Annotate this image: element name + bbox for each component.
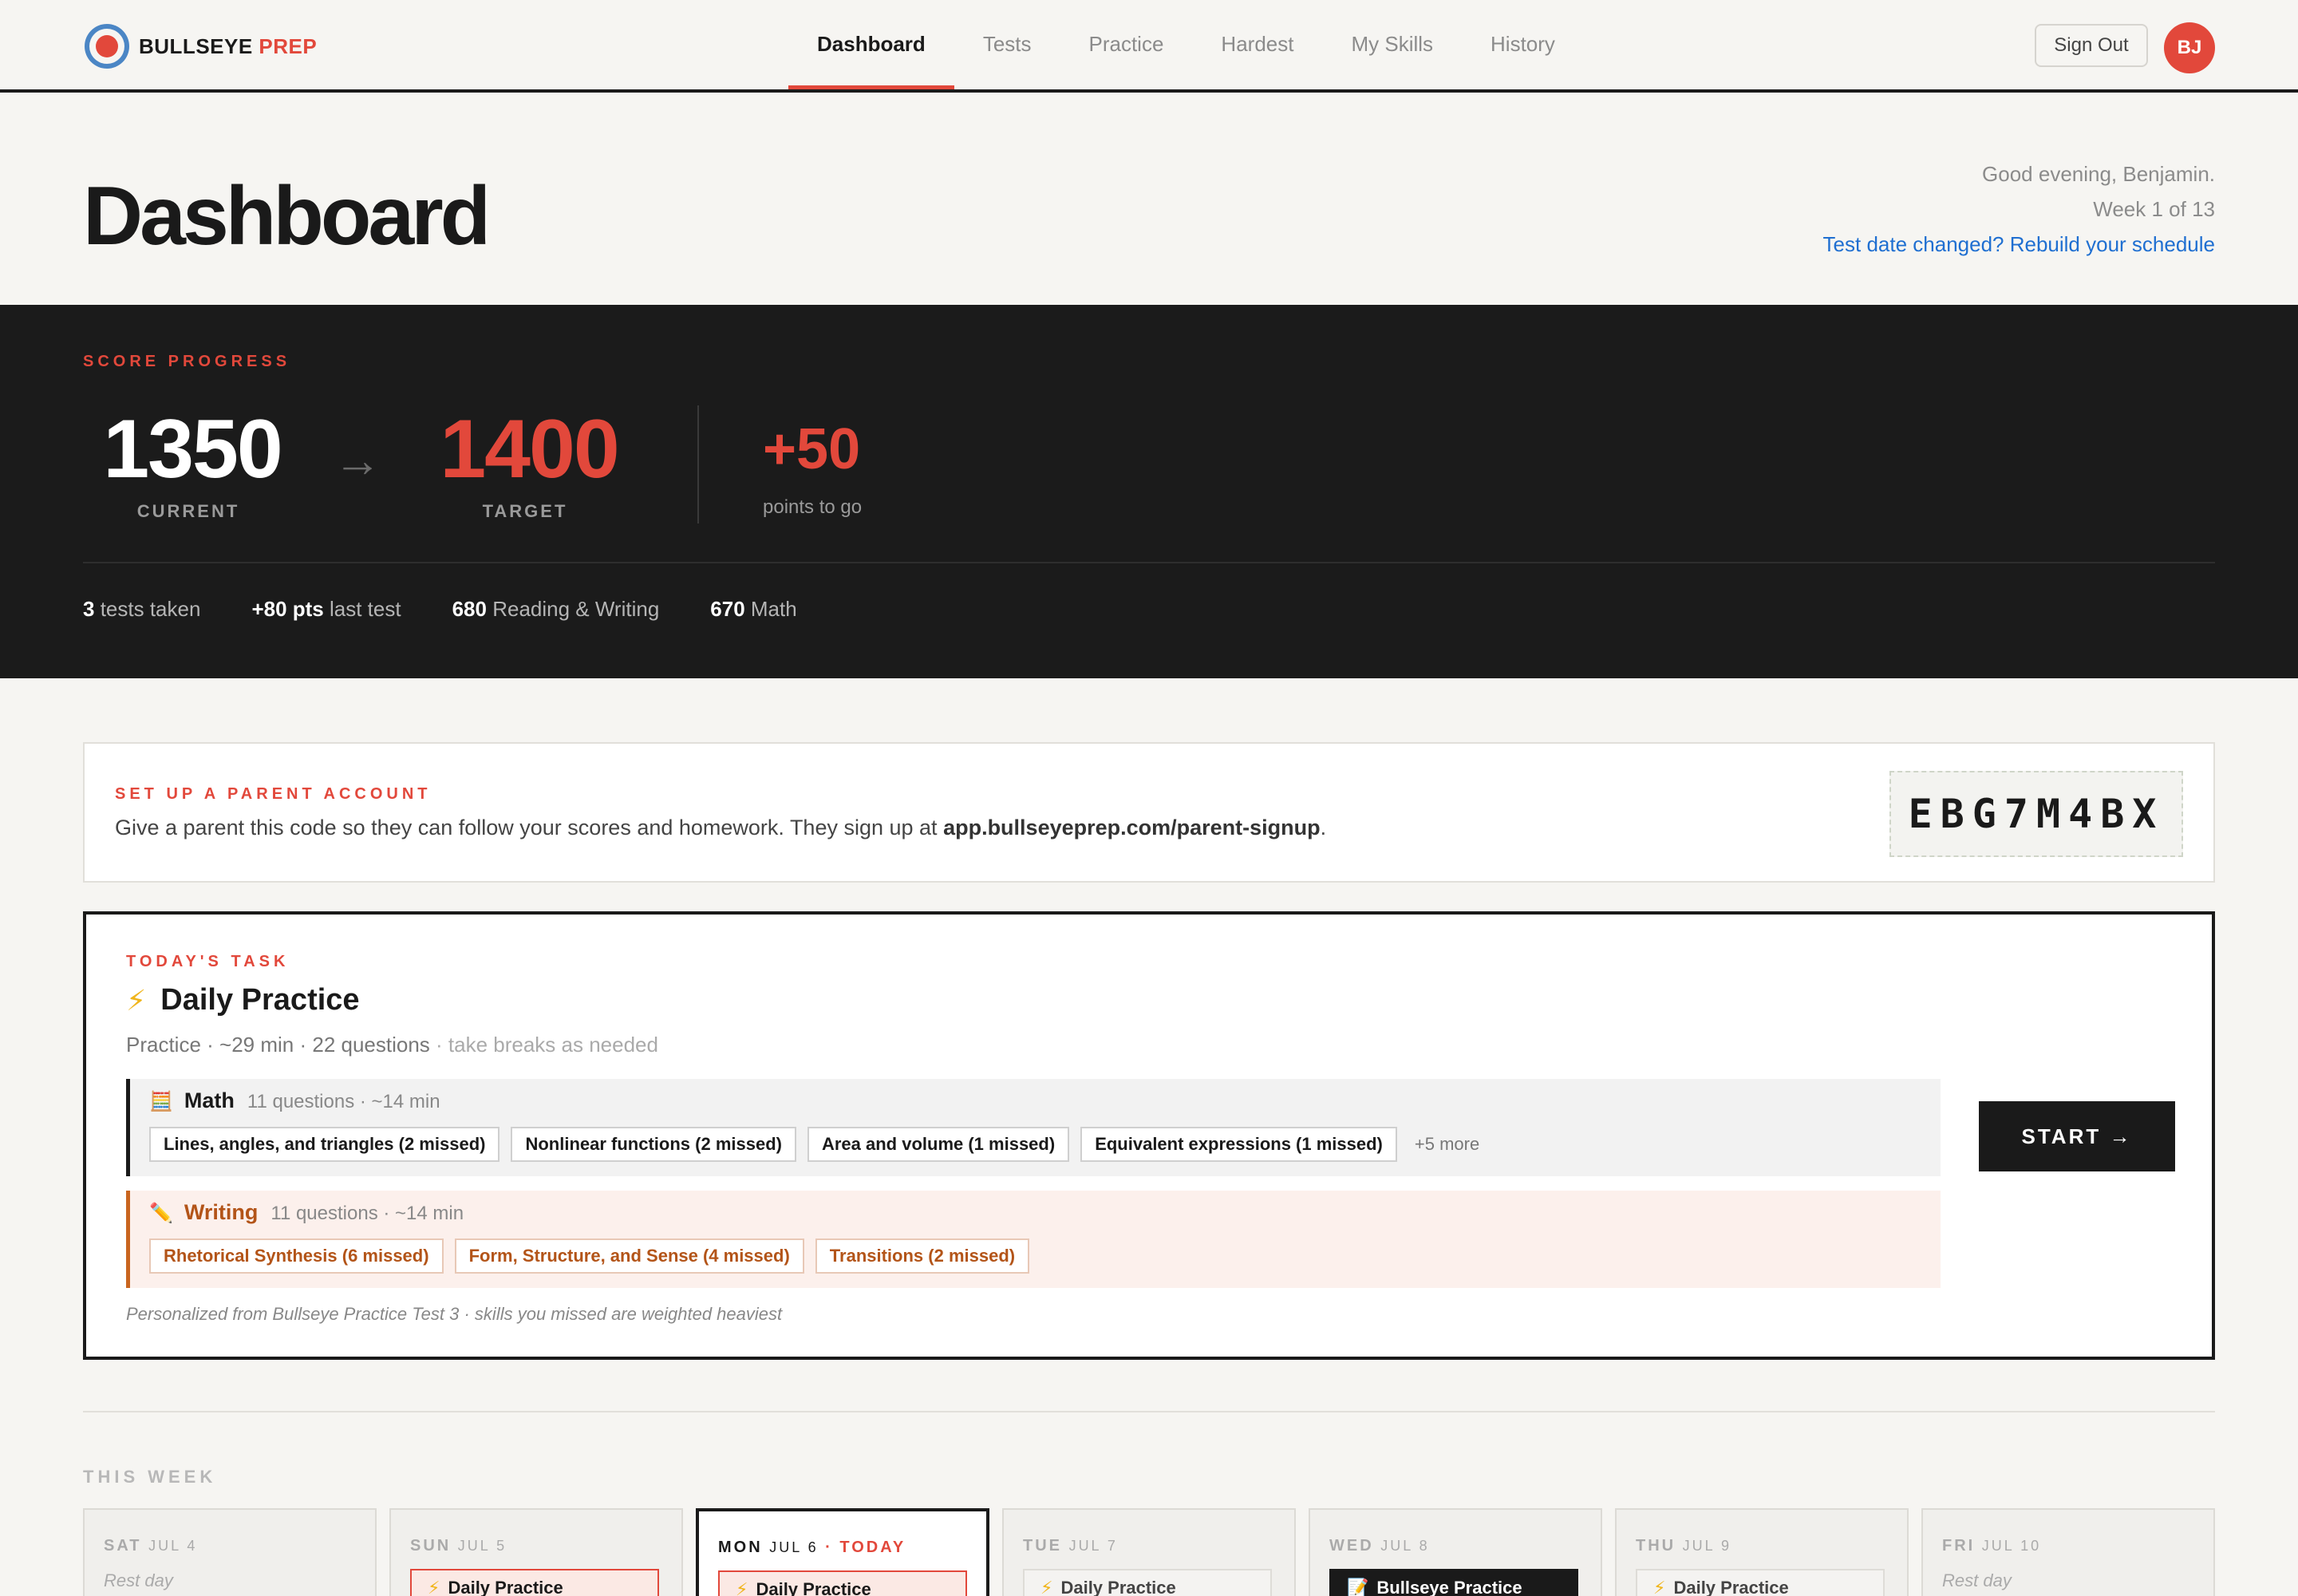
points-to-go-label: points to go — [763, 496, 863, 518]
score-progress-heading: SCORE PROGRESS — [83, 353, 291, 370]
parent-account-description: Give a parent this code so they can foll… — [115, 816, 1327, 839]
parent-code[interactable]: EBG7M4BX — [1889, 771, 2183, 857]
math-meta: 11 questions · ~14 min — [247, 1091, 440, 1112]
this-week-heading: THIS WEEK — [83, 1467, 217, 1487]
personalization-note: Personalized from Bullseye Practice Test… — [126, 1304, 783, 1324]
math-skill-chips: Lines, angles, and triangles (2 missed) … — [149, 1127, 1479, 1162]
test-icon: 📝 — [1347, 1578, 1369, 1596]
day-task-pill[interactable]: ⚡ Daily Practice — [1636, 1569, 1885, 1596]
skill-chip: Transitions (2 missed) — [815, 1238, 1030, 1274]
pencil-icon: ✏️ — [149, 1203, 173, 1224]
day-card-mon-today[interactable]: MON JUL 6 · TODAY ⚡ Daily Practice — [696, 1508, 989, 1596]
stat-last-test: +80 pts last test — [251, 597, 401, 621]
todays-task-card: TODAY'S TASK ⚡ Daily Practice Practice ·… — [83, 911, 2215, 1360]
stats-divider — [83, 562, 2215, 563]
rest-day-label: Rest day — [104, 1570, 173, 1590]
day-task-pill[interactable]: 📝 Bullseye Practice — [1329, 1569, 1578, 1596]
day-card-tue[interactable]: TUE JUL 7 ⚡ Daily Practice — [1002, 1508, 1296, 1596]
sign-out-button[interactable]: Sign Out — [2035, 24, 2148, 67]
lightning-icon: ⚡ — [126, 983, 147, 1017]
abacus-icon: 🧮 — [149, 1091, 173, 1112]
page-title: Dashboard — [83, 170, 491, 263]
tab-history[interactable]: History — [1462, 0, 1584, 89]
day-task-pill[interactable]: ⚡ Daily Practice — [1023, 1569, 1272, 1596]
score-stats: 3 tests taken +80 pts last test 680 Read… — [83, 597, 848, 622]
avatar[interactable]: BJ — [2164, 22, 2215, 73]
writing-skill-chips: Rhetorical Synthesis (6 missed) Form, St… — [149, 1238, 1040, 1274]
parent-account-card: SET UP A PARENT ACCOUNT Give a parent th… — [83, 742, 2215, 883]
skill-chip: Nonlinear functions (2 missed) — [511, 1127, 796, 1162]
todays-task-heading: TODAY'S TASK — [126, 953, 290, 970]
current-score-label: CURRENT — [136, 501, 240, 521]
points-to-go-value: +50 — [763, 417, 861, 481]
top-nav: BULLSEYE PREP Dashboard Tests Practice H… — [0, 0, 2298, 93]
brand-logo[interactable]: BULLSEYE PREP — [85, 22, 317, 70]
stat-tests-taken: 3 tests taken — [83, 597, 201, 621]
math-title: Math — [184, 1088, 235, 1112]
task-title: ⚡ Daily Practice — [126, 983, 360, 1017]
score-progress-panel: SCORE PROGRESS 1350 CURRENT → 1400 TARGE… — [0, 305, 2298, 678]
more-skills-link[interactable]: +5 more — [1415, 1134, 1479, 1155]
current-score: 1350 — [103, 403, 282, 496]
skill-chip: Rhetorical Synthesis (6 missed) — [149, 1238, 444, 1274]
skill-chip: Lines, angles, and triangles (2 missed) — [149, 1127, 500, 1162]
task-meta: Practice · ~29 min · 22 questions · take… — [126, 1033, 658, 1057]
target-score-label: TARGET — [482, 501, 568, 521]
tab-hardest[interactable]: Hardest — [1192, 0, 1322, 89]
rest-day-label: Rest day — [1942, 1570, 2012, 1590]
tab-tests[interactable]: Tests — [954, 0, 1060, 89]
arrow-right-icon: → — [334, 433, 381, 487]
tab-my-skills[interactable]: My Skills — [1322, 0, 1462, 89]
skill-chip: Equivalent expressions (1 missed) — [1080, 1127, 1397, 1162]
stat-math: 670 Math — [710, 597, 797, 621]
day-card-sat[interactable]: SAT JUL 4 Rest day — [83, 1508, 377, 1596]
main-tabs: Dashboard Tests Practice Hardest My Skil… — [788, 0, 1584, 89]
math-section: 🧮 Math 11 questions · ~14 min Lines, ang… — [126, 1079, 1941, 1176]
tab-practice[interactable]: Practice — [1060, 0, 1193, 89]
week-schedule: SAT JUL 4 Rest day SUN JUL 5 ⚡ Daily Prac… — [83, 1508, 2215, 1596]
writing-meta: 11 questions · ~14 min — [270, 1203, 464, 1224]
section-divider — [83, 1411, 2215, 1412]
target-score: 1400 — [440, 403, 619, 496]
score-divider — [697, 405, 699, 523]
lightning-icon: ⚡ — [1653, 1578, 1666, 1596]
day-card-thu[interactable]: THU JUL 9 ⚡ Daily Practice — [1615, 1508, 1909, 1596]
stat-reading-writing: 680 Reading & Writing — [452, 597, 660, 621]
day-card-wed[interactable]: WED JUL 8 📝 Bullseye Practice — [1309, 1508, 1602, 1596]
rebuild-schedule-link[interactable]: Test date changed? Rebuild your schedule — [1823, 227, 2215, 262]
start-button[interactable]: START → — [1979, 1101, 2175, 1171]
parent-signup-url: app.bullseyeprep.com/parent-signup — [943, 816, 1321, 839]
skill-chip: Form, Structure, and Sense (4 missed) — [454, 1238, 804, 1274]
day-task-pill[interactable]: ⚡ Daily Practice — [718, 1570, 967, 1596]
lightning-icon: ⚡ — [736, 1579, 748, 1596]
lightning-icon: ⚡ — [428, 1578, 440, 1596]
writing-section: ✏️ Writing 11 questions · ~14 min Rhetor… — [126, 1191, 1941, 1288]
week-indicator: Week 1 of 13 — [2093, 197, 2215, 221]
skill-chip: Area and volume (1 missed) — [807, 1127, 1070, 1162]
brand-name: BULLSEYE PREP — [139, 34, 318, 58]
day-card-sun[interactable]: SUN JUL 5 ⚡ Daily Practice — [389, 1508, 683, 1596]
day-card-fri[interactable]: FRI JUL 10 Rest day — [1921, 1508, 2215, 1596]
bullseye-icon — [85, 24, 129, 69]
today-badge: · TODAY — [825, 1539, 906, 1556]
writing-title: Writing — [184, 1200, 259, 1224]
parent-account-heading: SET UP A PARENT ACCOUNT — [115, 785, 432, 803]
lightning-icon: ⚡ — [1040, 1578, 1053, 1596]
day-task-pill[interactable]: ⚡ Daily Practice — [410, 1569, 659, 1596]
greeting-text: Good evening, Benjamin. — [1982, 162, 2215, 186]
tab-dashboard[interactable]: Dashboard — [788, 0, 954, 89]
greeting-block: Good evening, Benjamin. Week 1 of 13 Tes… — [1823, 156, 2215, 262]
